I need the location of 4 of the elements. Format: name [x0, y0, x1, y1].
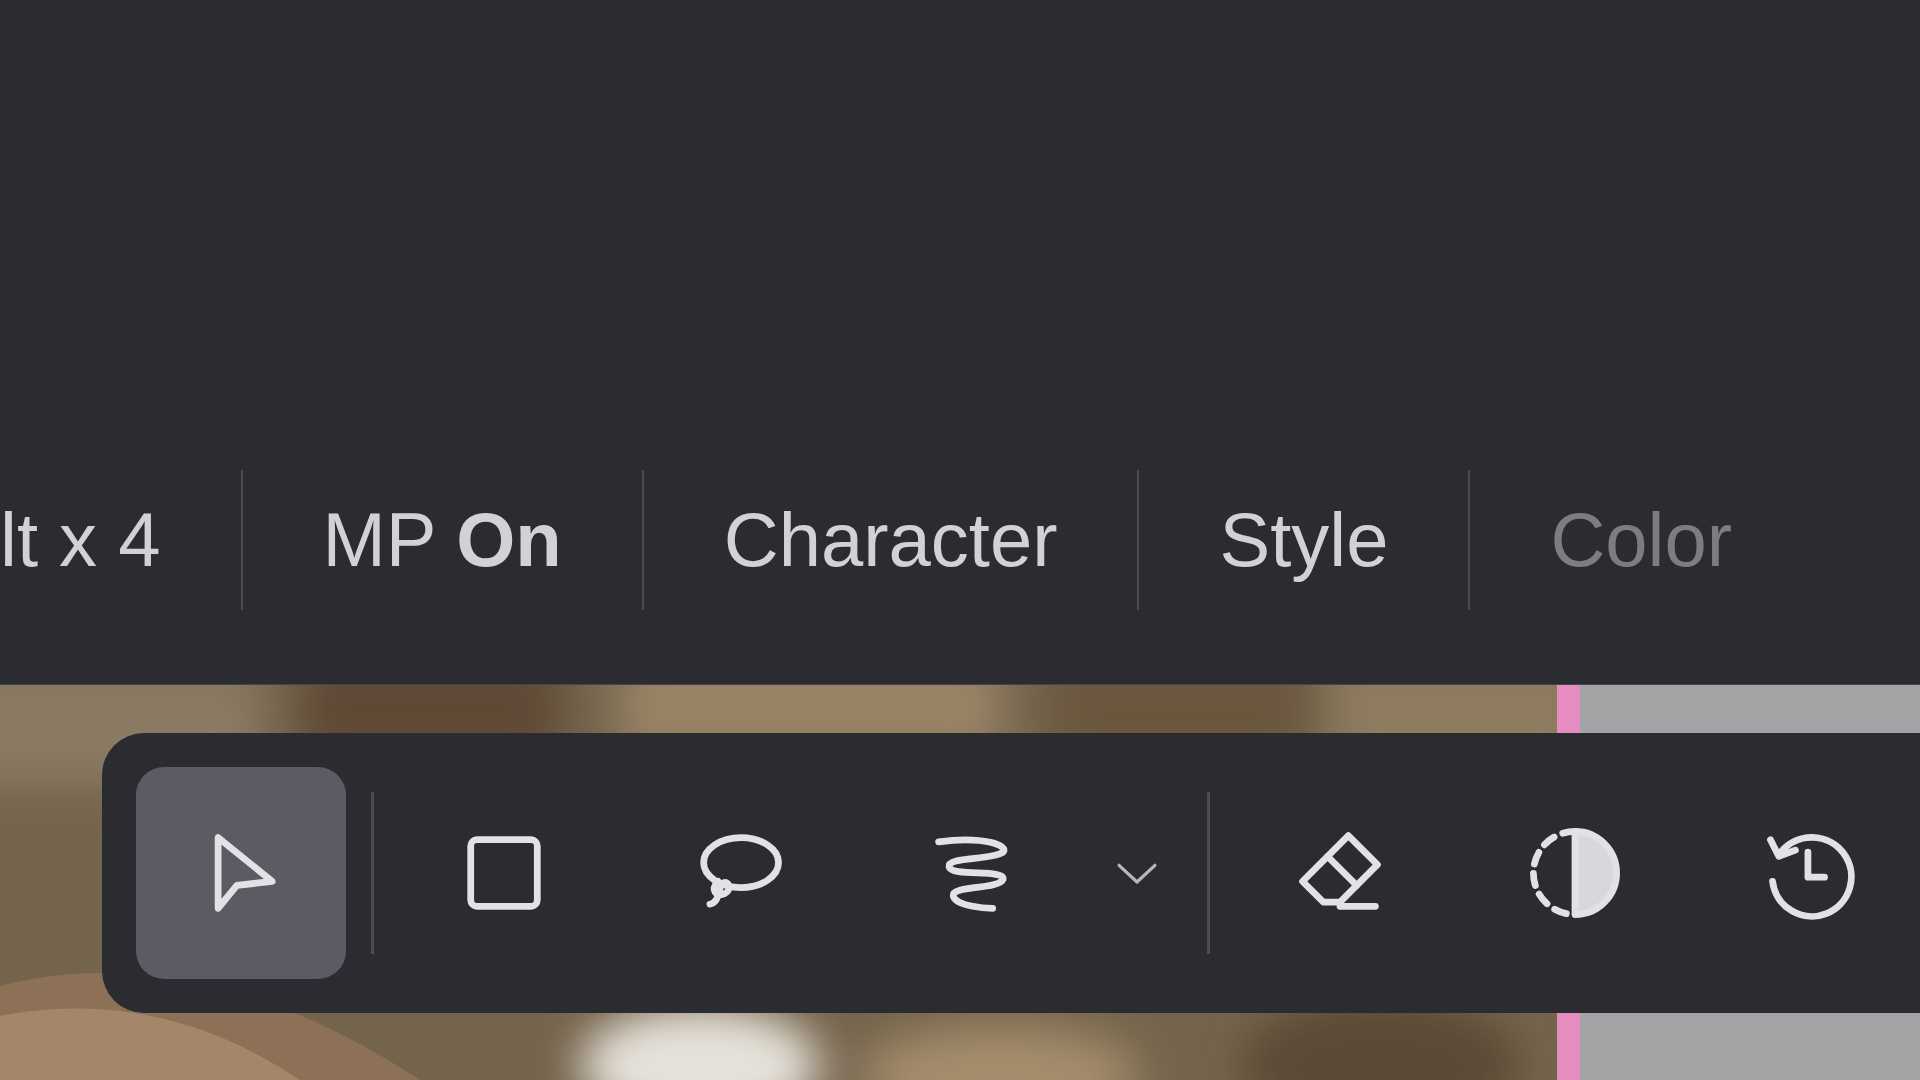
tab[interactable]: lt x 4: [0, 502, 241, 578]
tool-button[interactable]: [136, 767, 346, 979]
tab[interactable]: MP On: [242, 502, 642, 578]
tab[interactable]: Character: [643, 502, 1138, 578]
